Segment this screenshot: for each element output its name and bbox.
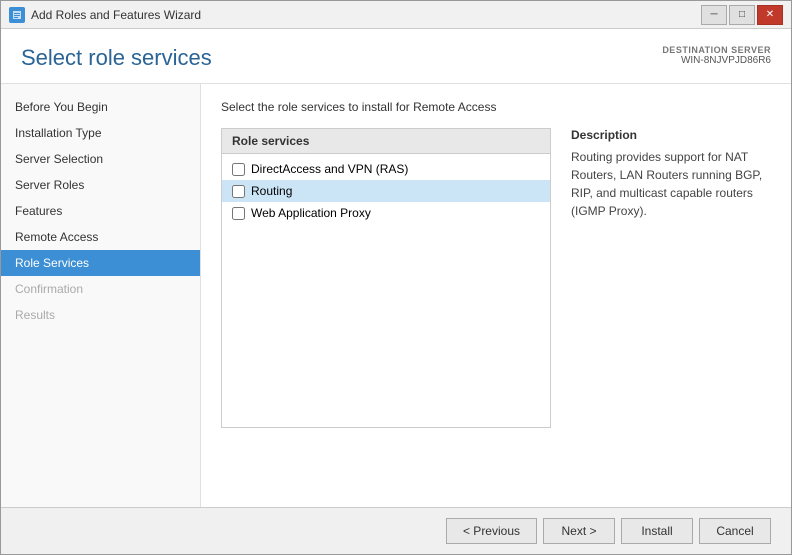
sidebar: Before You Begin Installation Type Serve… <box>1 84 201 507</box>
service-item-directaccess[interactable]: DirectAccess and VPN (RAS) <box>222 158 550 180</box>
service-item-routing[interactable]: Routing <box>222 180 550 202</box>
sidebar-item-installation-type[interactable]: Installation Type <box>1 120 200 146</box>
routing-label: Routing <box>251 184 292 198</box>
title-bar-left: Add Roles and Features Wizard <box>9 7 201 23</box>
sidebar-item-role-services[interactable]: Role Services <box>1 250 200 276</box>
instruction-text: Select the role services to install for … <box>221 100 771 114</box>
page-header: Select role services DESTINATION SERVER … <box>1 29 791 84</box>
page-title: Select role services <box>21 45 212 71</box>
destination-server-info: DESTINATION SERVER WIN-8NJVPJD86R6 <box>662 45 771 66</box>
title-bar: Add Roles and Features Wizard ─ □ ✕ <box>1 1 791 29</box>
destination-server-label: DESTINATION SERVER <box>662 45 771 55</box>
destination-server-name: WIN-8NJVPJD86R6 <box>662 55 771 66</box>
routing-checkbox[interactable] <box>232 185 245 198</box>
role-services-header: Role services <box>222 129 550 154</box>
sidebar-item-server-selection[interactable]: Server Selection <box>1 146 200 172</box>
service-item-web-app-proxy[interactable]: Web Application Proxy <box>222 202 550 224</box>
content-area: Select role services DESTINATION SERVER … <box>1 29 791 507</box>
web-app-proxy-label: Web Application Proxy <box>251 206 371 220</box>
role-services-list: DirectAccess and VPN (RAS) Routing Web A… <box>222 154 550 228</box>
sidebar-item-server-roles[interactable]: Server Roles <box>1 172 200 198</box>
directaccess-label: DirectAccess and VPN (RAS) <box>251 162 408 176</box>
role-services-panel: Role services DirectAccess and VPN (RAS)… <box>221 128 551 428</box>
description-header: Description <box>571 128 771 142</box>
two-column-layout: Role services DirectAccess and VPN (RAS)… <box>221 128 771 428</box>
wizard-icon <box>9 7 25 23</box>
directaccess-checkbox[interactable] <box>232 163 245 176</box>
minimize-button[interactable]: ─ <box>701 5 727 25</box>
web-app-proxy-checkbox[interactable] <box>232 207 245 220</box>
install-button[interactable]: Install <box>621 518 693 544</box>
title-bar-controls: ─ □ ✕ <box>701 5 783 25</box>
sidebar-item-remote-access[interactable]: Remote Access <box>1 224 200 250</box>
content-panel: Select the role services to install for … <box>201 84 791 507</box>
footer: < Previous Next > Install Cancel <box>1 507 791 554</box>
maximize-button[interactable]: □ <box>729 5 755 25</box>
sidebar-item-results: Results <box>1 302 200 328</box>
sidebar-item-features[interactable]: Features <box>1 198 200 224</box>
wizard-window: Add Roles and Features Wizard ─ □ ✕ Sele… <box>0 0 792 555</box>
cancel-button[interactable]: Cancel <box>699 518 771 544</box>
close-button[interactable]: ✕ <box>757 5 783 25</box>
main-content: Before You Begin Installation Type Serve… <box>1 84 791 507</box>
next-button[interactable]: Next > <box>543 518 615 544</box>
sidebar-item-confirmation: Confirmation <box>1 276 200 302</box>
previous-button[interactable]: < Previous <box>446 518 537 544</box>
description-panel: Description Routing provides support for… <box>571 128 771 428</box>
description-text: Routing provides support for NAT Routers… <box>571 148 771 220</box>
sidebar-item-before-you-begin[interactable]: Before You Begin <box>1 94 200 120</box>
window-title: Add Roles and Features Wizard <box>31 8 201 22</box>
